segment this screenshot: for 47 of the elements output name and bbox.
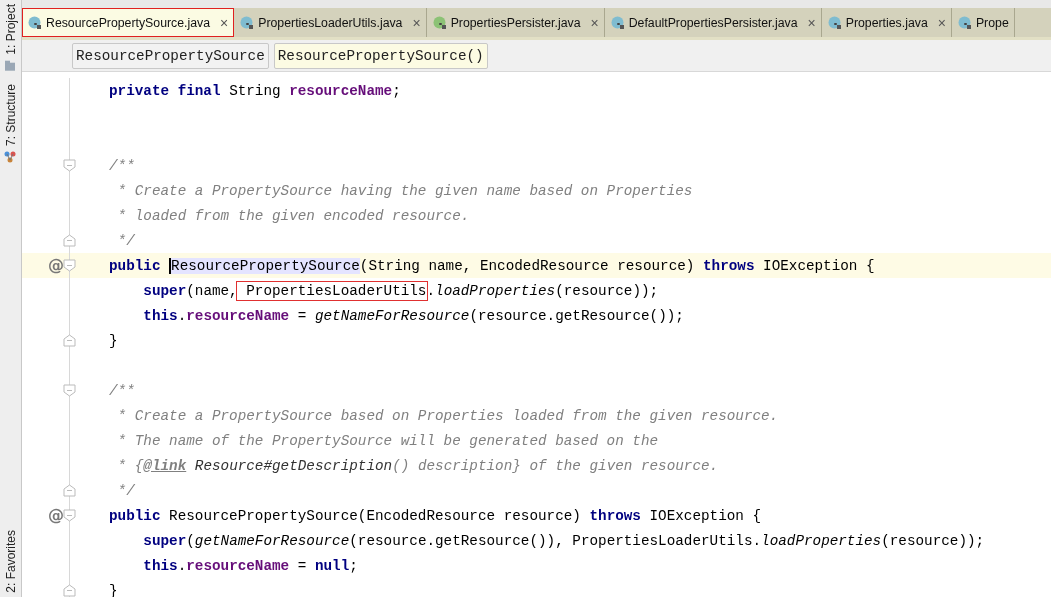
override-marker[interactable]: @ (22, 506, 64, 525)
close-icon[interactable]: × (214, 14, 229, 31)
breadcrumb[interactable]: ResourcePropertySource() (273, 43, 488, 69)
fold-marker-icon[interactable] (63, 334, 76, 347)
code-line: * {@link Resource#getDescription() description} of the given resource. (116, 457, 719, 474)
code-line: * loaded from the given encoded resource. (116, 207, 470, 224)
override-marker[interactable]: @ (22, 256, 64, 275)
code-line: } (108, 582, 118, 597)
code-line: public ResourcePropertySource(String name, EncodedResource resource) throws IOException { (108, 257, 875, 274)
class-file-icon (28, 15, 42, 30)
code-line: */ (116, 482, 135, 499)
interface-file-icon (432, 15, 447, 30)
class-file-icon (610, 15, 625, 30)
fold-marker-icon[interactable] (63, 384, 76, 397)
code-line: public ResourcePropertySource(EncodedResource resource) throws IOException { (108, 507, 762, 524)
close-icon[interactable]: × (406, 14, 421, 31)
code-line: * Create a PropertySource having the given name based on Properties (116, 182, 693, 199)
code-line: /** (108, 157, 135, 174)
class-file-icon (957, 15, 972, 30)
structure-icon (4, 150, 17, 163)
close-icon[interactable]: × (584, 14, 599, 31)
fold-marker-icon[interactable] (63, 584, 76, 597)
fold-marker-icon[interactable] (63, 509, 76, 522)
tool-window-button[interactable]: 2: Favorites (0, 526, 21, 597)
code-line: } (108, 332, 118, 349)
editor-tab[interactable]: ResourcePropertySource.java × (22, 8, 235, 37)
code-line: super(getNameForResource(resource.getResource()), PropertiesLoaderUtils.loadProperties(resource)); (142, 532, 985, 549)
fold-marker-icon[interactable] (63, 259, 76, 272)
fold-marker-icon[interactable] (63, 484, 76, 497)
code-line: this.resourceName = getNameForResource(resource.getResource()); (142, 307, 684, 324)
tool-window-button[interactable]: 1: Project (0, 0, 21, 80)
code-line: this.resourceName = null; (142, 557, 358, 574)
class-file-icon (827, 15, 842, 30)
fold-marker-icon[interactable] (63, 234, 76, 247)
code-line: private final String resourceName; (108, 82, 401, 99)
code-line: */ (116, 232, 135, 249)
code-line: super(name, PropertiesLoaderUtils.loadProperties(resource)); (142, 282, 659, 299)
breadcrumb[interactable]: ResourcePropertySource (72, 43, 269, 69)
class-file-icon (240, 15, 255, 30)
folder-icon (4, 59, 17, 72)
close-icon[interactable]: × (931, 14, 946, 31)
code-line: * Create a PropertySource based on Properties loaded from the given resource. (116, 407, 779, 424)
fold-marker-icon[interactable] (63, 159, 76, 172)
close-icon[interactable]: × (801, 14, 816, 31)
tool-window-button[interactable]: 7: Structure (0, 79, 21, 167)
code-line: /** (108, 382, 135, 399)
code-line: * The name of the PropertySource will be generated based on the (116, 432, 659, 449)
